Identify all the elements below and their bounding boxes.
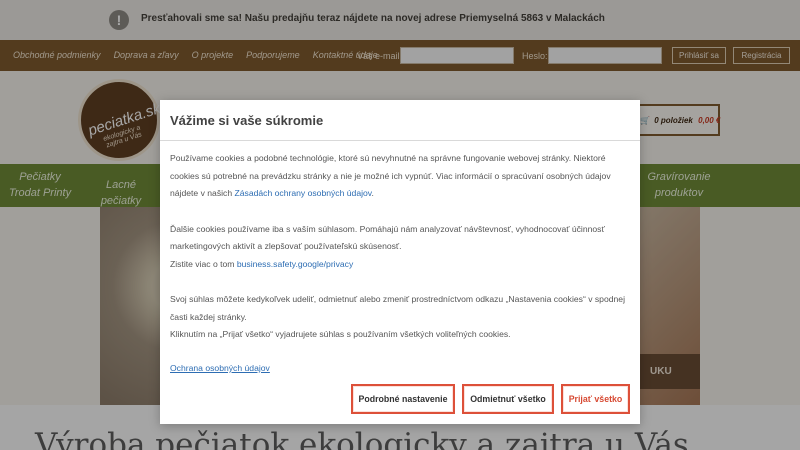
reject-all-button[interactable]: Odmietnuť všetko (462, 384, 554, 414)
modal-paragraph-2: Ďalšie cookies používame iba s vaším súh… (170, 221, 630, 274)
privacy-policy-link[interactable]: Ochrana osobných údajov (170, 363, 270, 373)
cookie-consent-modal: Vážime si vaše súkromie Používame cookie… (160, 100, 640, 424)
modal-title: Vážime si vaše súkromie (170, 113, 324, 128)
detailed-settings-button[interactable]: Podrobné nastavenie (351, 384, 455, 414)
modal-paragraph-1-end: . (371, 188, 374, 198)
modal-body: Používame cookies a podobné technológie,… (170, 150, 630, 362)
modal-paragraph-1: Používame cookies a podobné technológie,… (170, 150, 630, 203)
privacy-principles-link[interactable]: Zásadách ochrany osobných údajov (235, 188, 372, 198)
modal-divider (160, 140, 640, 141)
modal-paragraph-2-line: Zistite viac o tom business.safety.googl… (170, 256, 630, 274)
modal-paragraph-2-text: Ďalšie cookies používame iba s vaším súh… (170, 223, 605, 252)
modal-paragraph-2-prefix: Zistite viac o tom (170, 258, 237, 269)
accept-all-button[interactable]: Prijať všetko (561, 384, 630, 414)
modal-paragraph-3-text: Svoj súhlas môžete kedykoľvek udeliť, od… (170, 294, 625, 322)
google-privacy-link[interactable]: business.safety.google/privacy (237, 259, 353, 269)
modal-paragraph-3: Svoj súhlas môžete kedykoľvek udeliť, od… (170, 291, 630, 344)
modal-paragraph-4-text: Kliknutím na „Prijať všetko“ vyjadrujete… (170, 329, 511, 339)
